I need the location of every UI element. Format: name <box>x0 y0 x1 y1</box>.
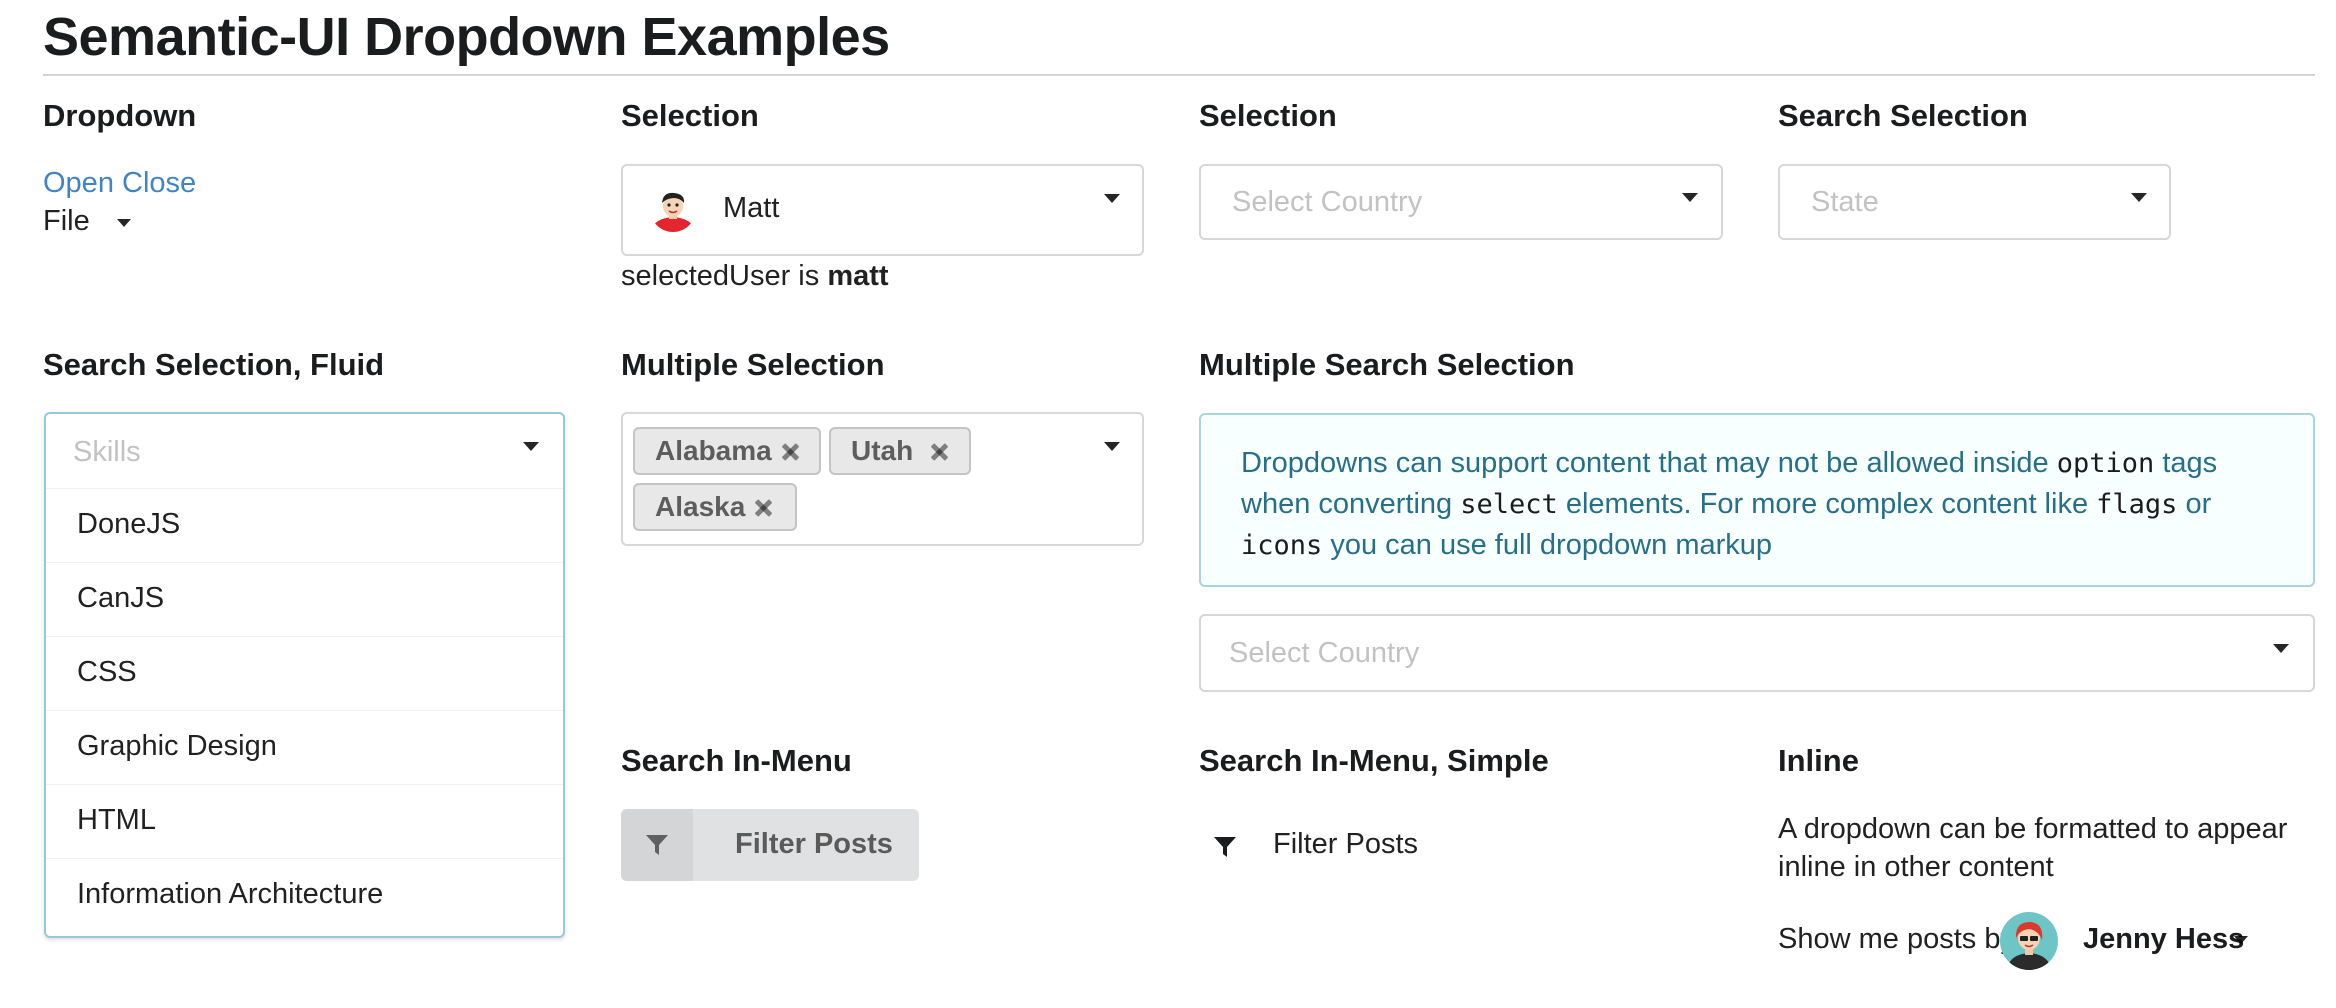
file-dropdown[interactable]: File <box>43 205 143 241</box>
skills-search-input[interactable]: Skills <box>73 436 141 469</box>
state-search-dropdown[interactable]: State <box>1778 164 2171 240</box>
inline-user-text: Jenny Hess <box>2083 923 2245 955</box>
selected-label: Utah <box>829 427 971 475</box>
message-text: Dropdowns can support content that may n… <box>1241 447 2057 479</box>
selected-label: Alaska <box>633 483 797 531</box>
selected-label: Alabama <box>633 427 821 475</box>
filter-posts-button[interactable]: Filter Posts <box>621 809 919 881</box>
page-title: Semantic-UI Dropdown Examples <box>43 7 890 67</box>
skills-search-dropdown[interactable]: Skills DoneJS CanJS CSS Graphic Design H… <box>44 412 565 938</box>
inline-prefix-text: Show me posts by <box>1778 923 2015 955</box>
chevron-down-icon <box>117 219 131 227</box>
info-message: Dropdowns can support content that may n… <box>1199 413 2315 587</box>
file-dropdown-label: File <box>43 205 90 237</box>
message-text: elements. For more complex content like <box>1557 488 2097 520</box>
title-divider <box>43 74 2315 76</box>
inline-header: Inline <box>1778 743 1859 778</box>
inline-description: A dropdown can be formatted to appear in… <box>1778 813 2288 883</box>
chevron-down-icon <box>523 442 539 451</box>
dropdown-header: Dropdown <box>43 98 197 133</box>
selected-label-text: Utah <box>851 435 914 466</box>
selected-user-text: Matt <box>723 192 780 224</box>
inline-user-dropdown[interactable]: Jenny Hess <box>2083 920 2253 960</box>
open-close-link[interactable]: Open Close <box>43 167 196 200</box>
skills-menu-item[interactable]: CSS <box>46 636 563 710</box>
delete-icon[interactable] <box>781 443 799 461</box>
message-text: you can use full dropdown markup <box>1322 529 1773 561</box>
multiple-selection-dropdown[interactable]: Alabama Utah Alaska <box>621 412 1144 546</box>
message-code: flags <box>2096 489 2178 520</box>
selected-user-prefix: selectedUser is <box>621 260 820 292</box>
filter-icon <box>1214 837 1236 857</box>
search-selection-header: Search Selection <box>1778 98 2028 133</box>
country-search-input[interactable]: Select Country <box>1229 637 1419 670</box>
chevron-down-icon <box>1104 194 1120 203</box>
message-text: or <box>2177 488 2212 520</box>
filter-posts-simple-dropdown[interactable]: Filter Posts <box>1199 826 1459 870</box>
skills-menu-item[interactable]: HTML <box>46 784 563 858</box>
selected-user-value: matt <box>827 260 889 292</box>
search-in-menu-header: Search In-Menu <box>621 743 852 778</box>
country-multiple-search-dropdown[interactable]: Select Country <box>1199 614 2315 692</box>
message-code: select <box>1460 489 1558 520</box>
jenny-avatar <box>2000 912 2058 970</box>
selected-user-status: selectedUser is matt <box>621 260 889 293</box>
selected-label-text: Alabama <box>655 435 772 466</box>
skills-menu-item[interactable]: Information Architecture <box>46 858 563 932</box>
search-selection-fluid-header: Search Selection, Fluid <box>43 347 385 382</box>
selected-label-text: Alaska <box>655 491 746 522</box>
filter-icon <box>646 835 668 855</box>
filter-icon-container <box>621 809 693 881</box>
selection-user-header: Selection <box>621 98 759 133</box>
country-selection-dropdown[interactable]: Select Country <box>1199 164 1723 240</box>
selection-country-header: Selection <box>1199 98 1337 133</box>
message-code: option <box>2056 448 2155 479</box>
country-placeholder: Select Country <box>1232 186 1423 218</box>
user-selection-dropdown[interactable]: Matt <box>621 164 1144 256</box>
chevron-down-icon <box>1682 193 1698 202</box>
user-avatar <box>650 186 696 232</box>
state-search-input[interactable]: State <box>1811 186 1879 219</box>
chevron-down-icon <box>1104 442 1120 451</box>
delete-icon[interactable] <box>754 499 772 517</box>
message-code: icons <box>1241 530 1323 561</box>
filter-posts-label: Filter Posts <box>735 828 893 860</box>
multiple-selection-header: Multiple Selection <box>621 347 885 382</box>
chevron-down-icon <box>2131 193 2147 202</box>
chevron-down-icon <box>2273 644 2289 653</box>
delete-icon[interactable] <box>930 443 948 461</box>
chevron-down-icon <box>2234 936 2248 944</box>
skills-menu-item[interactable]: CanJS <box>46 562 563 636</box>
filter-posts-simple-label: Filter Posts <box>1273 828 1419 860</box>
skills-menu-item[interactable]: DoneJS <box>46 488 563 562</box>
multiple-search-selection-header: Multiple Search Selection <box>1199 347 1575 382</box>
search-in-menu-simple-header: Search In-Menu, Simple <box>1199 743 1549 778</box>
skills-menu-item[interactable]: Graphic Design <box>46 710 563 784</box>
